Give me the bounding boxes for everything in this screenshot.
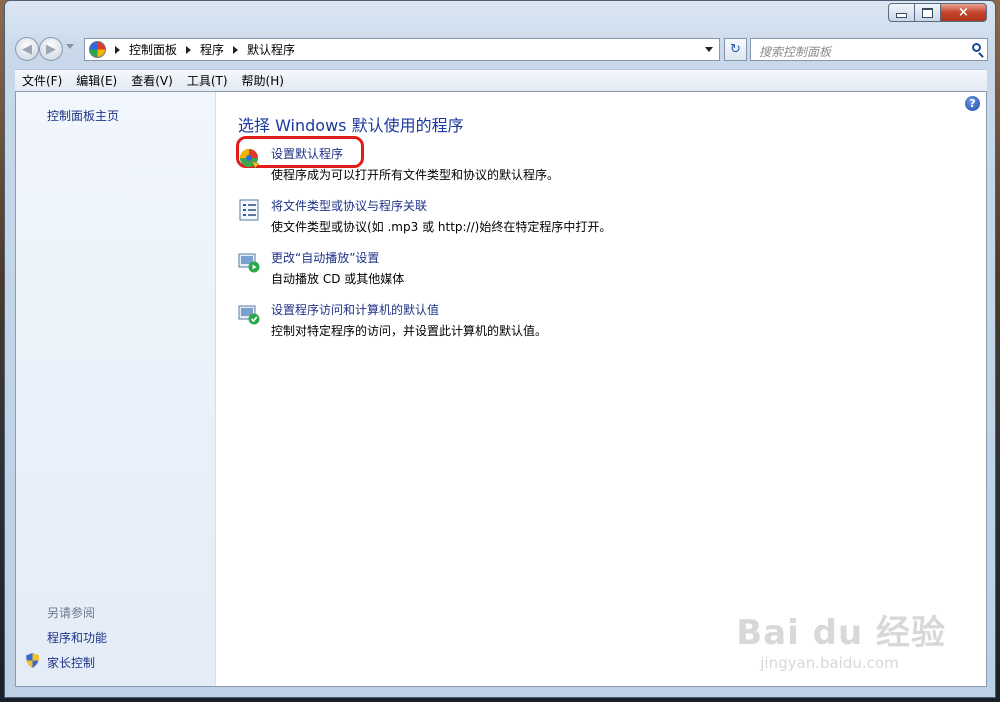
program-access-link[interactable]: 设置程序访问和计算机的默认值 <box>271 301 439 318</box>
minimize-button[interactable] <box>888 3 915 22</box>
control-panel-window: × ◀ ▶ 控制面板 程序 默认程序 ↻ 搜索控制面板 文件(F) 编辑(E) … <box>4 0 996 698</box>
menu-bar: 文件(F) 编辑(E) 查看(V) 工具(T) 帮助(H) <box>15 69 987 92</box>
autoplay-desc: 自动播放 CD 或其他媒体 <box>271 272 405 286</box>
watermark-brand: Bai du 经验 <box>736 613 946 653</box>
minimize-icon <box>896 13 907 18</box>
page-title: 选择 Windows 默认使用的程序 <box>238 116 464 135</box>
content-area: 控制面板主页 另请参阅 程序和功能 家长控制 ? 选择 Windows 默认使用… <box>15 91 987 687</box>
menu-view[interactable]: 查看(V) <box>124 72 180 89</box>
file-association-icon <box>239 199 259 221</box>
recent-pages-dropdown[interactable] <box>66 44 74 49</box>
parental-controls-link[interactable]: 家长控制 <box>47 654 95 671</box>
set-default-programs-link[interactable]: 设置默认程序 <box>271 145 343 162</box>
breadcrumb-separator-icon[interactable] <box>115 45 120 54</box>
window-controls: × <box>888 3 987 22</box>
close-icon: × <box>958 5 969 20</box>
programs-and-features-link[interactable]: 程序和功能 <box>47 629 107 646</box>
control-panel-home-link[interactable]: 控制面板主页 <box>47 107 119 124</box>
maximize-button[interactable] <box>915 3 941 22</box>
set-default-programs-desc: 使程序成为可以打开所有文件类型和协议的默认程序。 <box>271 168 560 182</box>
back-button[interactable]: ◀ <box>15 37 39 61</box>
breadcrumb-separator-icon[interactable] <box>233 45 239 54</box>
breadcrumb-programs[interactable]: 程序 <box>200 41 224 58</box>
forward-button[interactable]: ▶ <box>39 37 63 61</box>
see-also-title: 另请参阅 <box>47 606 96 620</box>
breadcrumb-default-programs[interactable]: 默认程序 <box>247 41 295 58</box>
breadcrumb-control-panel[interactable]: 控制面板 <box>129 41 177 58</box>
left-pane: 控制面板主页 另请参阅 程序和功能 家长控制 <box>16 92 216 686</box>
shield-icon <box>26 653 39 668</box>
menu-file[interactable]: 文件(F) <box>15 72 69 89</box>
autoplay-link[interactable]: 更改“自动播放”设置 <box>271 249 379 266</box>
baidu-watermark: Bai du 经验 jingyan.baidu.com <box>736 605 946 672</box>
breadcrumb-separator-icon[interactable] <box>186 45 192 54</box>
search-box[interactable]: 搜索控制面板 <box>750 38 988 61</box>
program-access-desc: 控制对特定程序的访问，并设置此计算机的默认值。 <box>271 324 548 338</box>
navigation-bar: ◀ ▶ 控制面板 程序 默认程序 ↻ 搜索控制面板 <box>15 35 988 63</box>
search-placeholder: 搜索控制面板 <box>759 45 832 59</box>
file-association-link[interactable]: 将文件类型或协议与程序关联 <box>271 197 427 214</box>
forward-arrow-icon: ▶ <box>46 42 56 57</box>
program-access-icon <box>238 305 260 325</box>
address-dropdown-icon[interactable] <box>705 47 713 52</box>
search-icon[interactable] <box>972 43 981 52</box>
menu-edit[interactable]: 编辑(E) <box>69 72 124 89</box>
menu-tools[interactable]: 工具(T) <box>180 72 235 89</box>
file-association-desc: 使文件类型或协议(如 .mp3 或 http://)始终在特定程序中打开。 <box>271 220 612 234</box>
back-arrow-icon: ◀ <box>22 42 32 57</box>
help-icon[interactable]: ? <box>965 96 980 111</box>
default-programs-icon <box>240 149 260 169</box>
control-panel-icon <box>89 41 106 58</box>
watermark-url: jingyan.baidu.com <box>760 654 899 672</box>
autoplay-icon <box>238 253 260 273</box>
refresh-button[interactable]: ↻ <box>724 38 747 61</box>
address-bar[interactable]: 控制面板 程序 默认程序 <box>84 38 720 61</box>
menu-help[interactable]: 帮助(H) <box>235 72 291 89</box>
close-button[interactable]: × <box>941 3 987 22</box>
breadcrumb: 控制面板 程序 默认程序 <box>106 41 295 58</box>
maximize-icon <box>922 7 933 18</box>
